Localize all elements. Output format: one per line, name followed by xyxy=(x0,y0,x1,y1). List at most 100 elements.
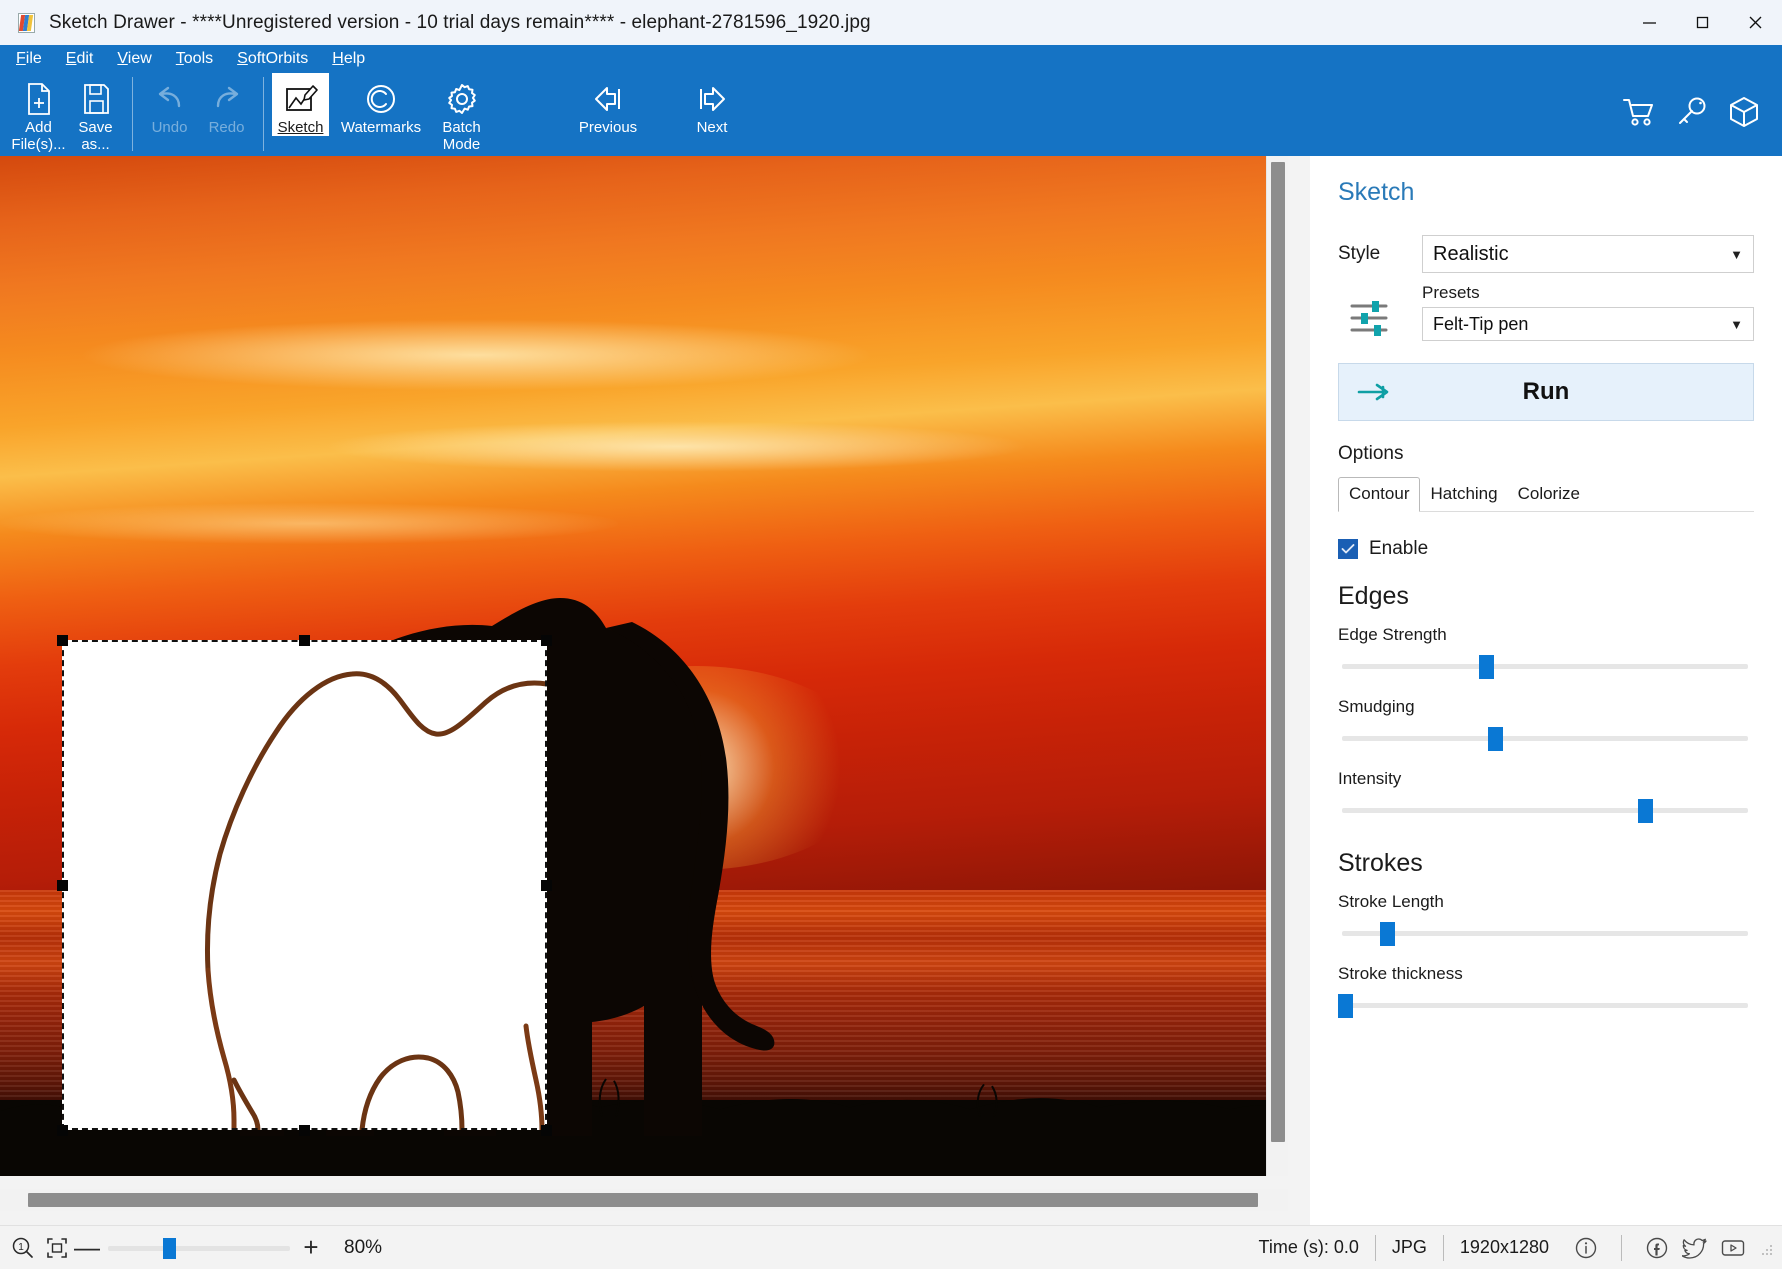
twitter-icon[interactable] xyxy=(1676,1233,1714,1263)
zoom-slider-thumb[interactable] xyxy=(162,1237,176,1259)
maximize-button[interactable] xyxy=(1676,0,1729,45)
toolbar-save-as-label1: Save xyxy=(78,119,113,136)
zoom-out-button[interactable]: — xyxy=(74,1232,100,1263)
menu-help[interactable]: Help xyxy=(332,50,365,68)
run-button[interactable]: Run xyxy=(1338,363,1754,421)
menu-file[interactable]: FFileile xyxy=(16,50,42,68)
arrow-left-icon xyxy=(590,79,626,119)
toolbar-save-as[interactable]: Save as... xyxy=(67,73,124,153)
menu-softorbits[interactable]: SoftOrbits xyxy=(237,50,308,68)
horizontal-scroll-thumb[interactable] xyxy=(28,1193,1258,1207)
save-icon xyxy=(81,79,111,119)
toolbar-redo-label: Redo xyxy=(208,119,245,136)
vertical-scroll-thumb[interactable] xyxy=(1271,162,1285,1142)
slider-thumb-edge-strength[interactable] xyxy=(1479,655,1495,679)
toolbar-previous-label: Previous xyxy=(578,119,638,136)
selection-handle-sw[interactable] xyxy=(57,1125,68,1136)
image-viewport[interactable] xyxy=(0,156,1288,1176)
box-icon[interactable] xyxy=(1728,96,1760,133)
style-row: Style Realistic ▼ xyxy=(1338,235,1754,273)
canvas-vertical-scrollbar[interactable] xyxy=(1266,156,1288,1176)
zoom-in-button[interactable]: + xyxy=(298,1232,324,1263)
slider-edge-strength[interactable] xyxy=(1338,649,1754,683)
options-tabs: Contour Hatching Colorize xyxy=(1338,477,1754,512)
cart-icon[interactable] xyxy=(1622,97,1656,132)
toolbar-previous[interactable]: Previous xyxy=(556,73,660,136)
sketch-outline-preview xyxy=(205,671,547,1130)
options-label: Options xyxy=(1338,443,1404,464)
selection-handle-e[interactable] xyxy=(541,880,552,891)
dimensions-label: 1920x1280 xyxy=(1459,1237,1549,1257)
zoom-percent-label: 80% xyxy=(344,1236,383,1258)
redo-arrow-icon xyxy=(210,79,244,119)
menu-bar: FFileile Edit View Tools SoftOrbits Help xyxy=(0,45,1782,73)
slider-thumb-smudging[interactable] xyxy=(1487,727,1503,751)
canvas-horizontal-scrollbar[interactable] xyxy=(0,1189,1288,1211)
slider-track xyxy=(1342,664,1748,669)
slider-intensity[interactable] xyxy=(1338,793,1754,827)
selection-preview-region[interactable] xyxy=(62,640,547,1130)
style-label: Style xyxy=(1338,243,1381,264)
toolbar-undo[interactable]: Undo xyxy=(141,73,198,136)
selection-handle-se[interactable] xyxy=(541,1125,552,1136)
selection-handle-s[interactable] xyxy=(299,1125,310,1136)
resize-grip-icon[interactable] xyxy=(1760,1241,1774,1255)
toolbar-sketch[interactable]: Sketch xyxy=(272,73,329,136)
toolbar-undo-label: Undo xyxy=(151,119,188,136)
toolbar-next[interactable]: Next xyxy=(660,73,764,136)
svg-text:1: 1 xyxy=(18,1242,24,1253)
youtube-icon[interactable] xyxy=(1714,1233,1752,1263)
toolbar-add-files[interactable]: Add File(s)... xyxy=(10,73,67,153)
toolbar-separator-1 xyxy=(132,77,133,151)
toolbar-batch-mode[interactable]: Batch Mode xyxy=(433,73,490,153)
style-value: Realistic xyxy=(1433,242,1509,265)
selection-handle-nw[interactable] xyxy=(57,635,68,646)
fit-to-window-icon[interactable] xyxy=(40,1233,74,1263)
toolbar-redo[interactable]: Redo xyxy=(198,73,255,136)
tab-hatching[interactable]: Hatching xyxy=(1420,478,1507,511)
enable-row[interactable]: Enable xyxy=(1338,538,1754,560)
label-edge-strength: Edge Strength xyxy=(1338,625,1447,644)
toolbar-watermarks[interactable]: Watermarks xyxy=(329,73,433,136)
menu-edit[interactable]: Edit xyxy=(66,50,94,68)
slider-thumb-stroke-length[interactable] xyxy=(1379,922,1395,946)
enable-checkbox[interactable] xyxy=(1338,539,1358,559)
close-button[interactable] xyxy=(1729,0,1782,45)
style-dropdown[interactable]: Realistic ▼ xyxy=(1422,235,1754,273)
chevron-down-icon: ▼ xyxy=(1730,246,1743,262)
selection-handle-ne[interactable] xyxy=(541,635,552,646)
canvas-area xyxy=(0,156,1310,1225)
slider-thumb-stroke-thickness[interactable] xyxy=(1338,994,1353,1018)
facebook-icon[interactable] xyxy=(1638,1233,1676,1263)
selection-handle-n[interactable] xyxy=(299,635,310,646)
slider-stroke-thickness[interactable] xyxy=(1338,988,1754,1022)
info-icon[interactable] xyxy=(1567,1233,1605,1263)
selection-handle-w[interactable] xyxy=(57,880,68,891)
add-file-icon xyxy=(24,79,54,119)
slider-smudging[interactable] xyxy=(1338,721,1754,755)
tab-colorize[interactable]: Colorize xyxy=(1508,478,1590,511)
slider-thumb-intensity[interactable] xyxy=(1637,799,1653,823)
toolbar-next-label: Next xyxy=(696,119,728,136)
minimize-button[interactable] xyxy=(1623,0,1676,45)
toolbar-watermarks-label: Watermarks xyxy=(340,119,422,136)
tab-contour[interactable]: Contour xyxy=(1338,477,1421,512)
window-title: Sketch Drawer - ****Unregistered version… xyxy=(49,11,871,33)
toolbar-batch-mode-label1: Batch xyxy=(442,119,481,136)
zoom-slider[interactable] xyxy=(108,1233,290,1263)
status-divider xyxy=(1442,1234,1444,1261)
toolbar-batch-mode-label2: Mode xyxy=(442,136,481,153)
run-button-label: Run xyxy=(1522,378,1570,405)
status-divider xyxy=(1374,1234,1376,1261)
key-icon[interactable] xyxy=(1676,97,1708,132)
menu-tools[interactable]: Tools xyxy=(176,50,213,68)
zoom-actual-size-icon[interactable]: 1 xyxy=(6,1233,40,1263)
toolbar-sketch-label: Sketch xyxy=(277,119,324,136)
title-bar: Sketch Drawer - ****Unregistered version… xyxy=(0,0,1782,45)
menu-view[interactable]: View xyxy=(117,50,151,68)
slider-stroke-length[interactable] xyxy=(1338,916,1754,950)
status-right-group: Time (s): 0.0 JPG 1920x1280 xyxy=(1259,1233,1776,1263)
presets-dropdown[interactable]: Felt-Tip pen ▼ xyxy=(1422,307,1754,341)
label-stroke-length: Stroke Length xyxy=(1338,892,1444,911)
label-intensity: Intensity xyxy=(1338,769,1402,788)
